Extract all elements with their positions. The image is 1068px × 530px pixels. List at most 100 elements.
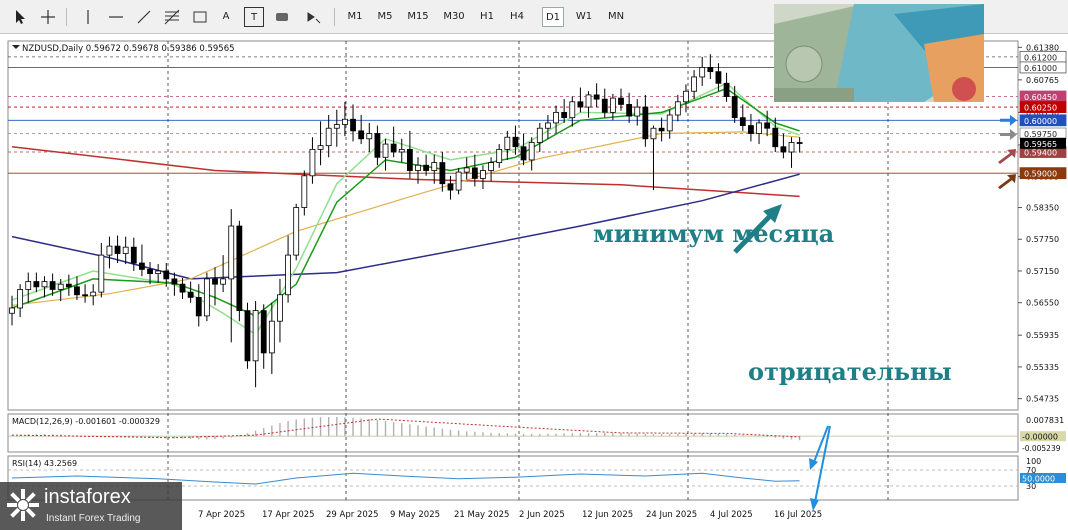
rectangle-icon[interactable] (190, 7, 210, 27)
vertical-line-icon[interactable] (78, 7, 98, 27)
brand-tagline: Instant Forex Trading (46, 513, 141, 524)
timeframe-m5[interactable]: M5 (374, 7, 396, 27)
text-tool-button[interactable]: A (216, 7, 236, 27)
banknote-photo (774, 4, 984, 102)
candle-body (212, 278, 218, 285)
candle-body (285, 254, 291, 296)
candle-body (455, 171, 462, 191)
level-label: 0.60450 (1024, 93, 1057, 102)
level-label: 0.59750 (1024, 130, 1057, 139)
symbol-info: NZDUSD,Daily 0.59672 0.59678 0.59386 0.5… (22, 44, 235, 54)
price-tick-label: 0.55935 (1026, 331, 1059, 340)
timeframe-h4[interactable]: H4 (506, 7, 528, 27)
horizontal-line-icon[interactable] (106, 7, 126, 27)
candle-body (512, 136, 519, 148)
cursor-icon[interactable] (10, 7, 30, 27)
macd-tick-label: -0.005239 (1022, 444, 1061, 453)
date-tick-label: 7 Apr 2025 (198, 510, 245, 520)
price-tick-label: 0.60765 (1026, 76, 1059, 85)
candle-body (309, 148, 316, 177)
candle-body (382, 143, 389, 158)
timeframe-m30[interactable]: M30 (440, 7, 468, 27)
moving-average-line (11, 87, 800, 317)
candle-body (122, 246, 129, 254)
price-tick-label: 0.57150 (1026, 267, 1059, 276)
candle-body (415, 164, 421, 171)
candle-body (171, 278, 178, 285)
candle-body (147, 268, 153, 275)
price-tick-label: 0.54735 (1026, 395, 1059, 404)
timeframe-w1[interactable]: W1 (572, 7, 596, 27)
candle-body (33, 281, 40, 288)
candle-body (699, 67, 706, 78)
candle-body (520, 146, 527, 161)
level-label: 0.59400 (1024, 149, 1057, 158)
candle-body (74, 286, 80, 296)
candle-body (528, 142, 535, 161)
candle-body (114, 245, 121, 254)
candle-body (301, 175, 308, 208)
candle-body (317, 145, 324, 150)
candle-body (155, 270, 162, 275)
candle-body (423, 164, 430, 171)
rsi-label: RSI(14) 43.2569 (12, 459, 77, 468)
timeframe-d1[interactable]: D1 (542, 7, 564, 27)
candle-body (228, 225, 235, 280)
candle-body (780, 146, 787, 153)
arrow-right-blue-icon (1000, 114, 1017, 126)
moving-average-line (11, 82, 800, 336)
candle-body (650, 127, 657, 140)
date-tick-label: 9 May 2025 (390, 510, 440, 520)
candle-body (683, 90, 689, 103)
price-chart[interactable]: NZDUSD,Daily 0.59672 0.59678 0.59386 0.5… (0, 34, 1068, 530)
candle-body (634, 106, 641, 117)
candle-body (439, 162, 446, 185)
candle-body (366, 133, 373, 140)
candle-body (333, 124, 340, 129)
arrow-right-gray-icon (1000, 129, 1017, 141)
arrow-up-right-brown-icon (998, 174, 1016, 190)
candle-body (756, 122, 762, 134)
brand-name: instaforex (44, 486, 131, 508)
candle-body (739, 117, 746, 126)
candle-body (325, 127, 332, 147)
level-label: 0.61000 (1024, 64, 1057, 73)
candle-body (163, 270, 170, 280)
candle-body (106, 245, 113, 256)
candle-body (203, 278, 210, 317)
fibonacci-icon[interactable] (162, 7, 182, 27)
candle-body (244, 310, 251, 362)
price-tick-label: 0.58350 (1026, 204, 1059, 213)
candle-body (723, 82, 730, 97)
level-label: 0.60250 (1024, 104, 1057, 113)
date-tick-label: 12 Jun 2025 (582, 510, 633, 520)
timeframe-m15[interactable]: M15 (404, 7, 432, 27)
current-price-label: 0.59565 (1024, 140, 1057, 149)
candle-body (406, 148, 413, 171)
candle-body (707, 67, 714, 73)
macd-label: MACD(12,26,9) -0.001601 -0.000329 (12, 417, 160, 426)
candle-body (585, 94, 592, 108)
candle-body (796, 142, 803, 144)
candle-body (358, 130, 365, 140)
annotation-month-min: минимум месяца (593, 219, 835, 248)
crosshair-icon[interactable] (38, 7, 58, 27)
date-tick-label: 17 Apr 2025 (262, 510, 315, 520)
level-label: 0.60000 (1024, 117, 1057, 126)
timeframe-mn[interactable]: MN (604, 7, 628, 27)
timeframe-h1[interactable]: H1 (476, 7, 498, 27)
shape-icon[interactable] (272, 7, 292, 27)
candle-body (49, 281, 56, 290)
rsi-tick-label: 100 (1026, 457, 1041, 466)
trendline-icon[interactable] (134, 7, 154, 27)
candle-body (731, 96, 738, 119)
timeframe-m1[interactable]: M1 (344, 7, 366, 27)
banknote-image (774, 4, 984, 102)
candle-body (268, 320, 275, 354)
text-label-tool-button[interactable]: T (244, 7, 264, 27)
arrows-icon[interactable] (304, 7, 324, 27)
candle-body (17, 289, 24, 309)
date-tick-label: 29 Apr 2025 (326, 510, 379, 520)
candle-body (715, 71, 722, 84)
macd-pointer-arrow-head-icon (809, 458, 818, 470)
